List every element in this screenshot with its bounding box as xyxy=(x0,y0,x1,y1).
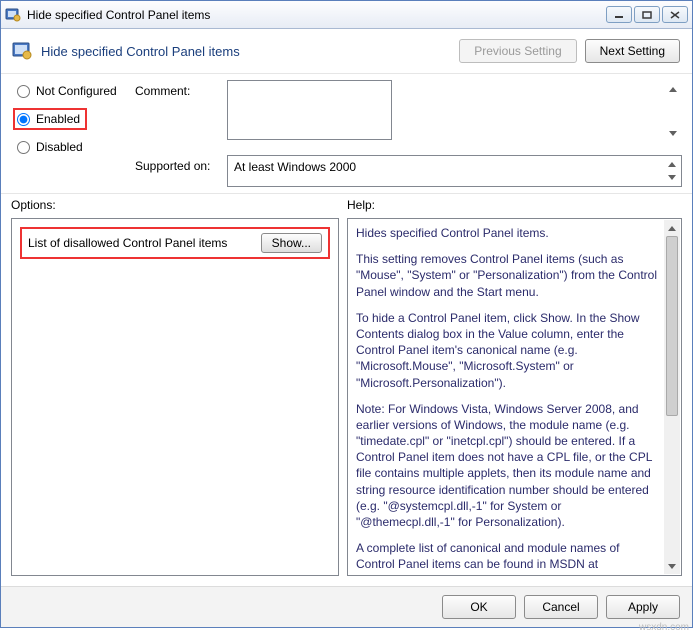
previous-setting-button[interactable]: Previous Setting xyxy=(459,39,576,63)
titlebar: Hide specified Control Panel items xyxy=(1,1,692,29)
help-paragraph: To hide a Control Panel item, click Show… xyxy=(356,310,661,391)
panes-row: Options: List of disallowed Control Pane… xyxy=(1,194,692,586)
scroll-down-icon[interactable] xyxy=(665,126,680,141)
meta-column: Comment: Supported on: At least Windows … xyxy=(135,80,682,187)
options-body: List of disallowed Control Panel items S… xyxy=(11,218,339,576)
radio-not-configured[interactable]: Not Configured xyxy=(17,84,135,98)
scroll-down-icon[interactable] xyxy=(664,170,679,185)
supported-label: Supported on: xyxy=(135,155,219,187)
help-paragraph: Note: For Windows Vista, Windows Server … xyxy=(356,401,661,531)
dialog-window: Hide specified Control Panel items Hide … xyxy=(0,0,693,628)
scroll-up-icon[interactable] xyxy=(665,82,680,97)
watermark: wsxdn.com xyxy=(639,622,689,633)
policy-title: Hide specified Control Panel items xyxy=(41,44,459,59)
show-button[interactable]: Show... xyxy=(261,233,322,253)
policy-icon xyxy=(11,40,33,62)
window-controls xyxy=(606,6,688,23)
radio-disabled-label: Disabled xyxy=(36,140,83,154)
comment-input[interactable] xyxy=(227,80,392,140)
dialog-footer: OK Cancel Apply xyxy=(1,586,692,627)
radio-not-configured-label: Not Configured xyxy=(36,84,117,98)
top-section: Not Configured Enabled Disabled Comment: xyxy=(1,74,692,191)
supported-on-box: At least Windows 2000 xyxy=(227,155,682,187)
disallowed-list-row: List of disallowed Control Panel items S… xyxy=(20,227,330,259)
policy-header: Hide specified Control Panel items Previ… xyxy=(1,29,692,71)
window-title: Hide specified Control Panel items xyxy=(27,8,606,22)
supported-on-value: At least Windows 2000 xyxy=(234,160,356,174)
comment-label: Comment: xyxy=(135,80,219,143)
policy-app-icon xyxy=(5,7,21,23)
scroll-down-icon[interactable] xyxy=(664,558,680,574)
scroll-thumb[interactable] xyxy=(666,236,678,416)
radio-disabled-input[interactable] xyxy=(17,141,30,154)
cancel-button[interactable]: Cancel xyxy=(524,595,598,619)
state-column: Not Configured Enabled Disabled xyxy=(17,80,135,187)
next-setting-button[interactable]: Next Setting xyxy=(585,39,680,63)
help-text: Hides specified Control Panel items. Thi… xyxy=(348,219,681,575)
radio-enabled-label: Enabled xyxy=(36,112,80,126)
minimize-button[interactable] xyxy=(606,6,632,23)
help-scrollbar[interactable] xyxy=(664,220,680,574)
radio-enabled-input[interactable] xyxy=(17,113,30,126)
scroll-track[interactable] xyxy=(664,236,680,558)
disallowed-list-label: List of disallowed Control Panel items xyxy=(28,236,251,250)
close-button[interactable] xyxy=(662,6,688,23)
options-pane: Options: List of disallowed Control Pane… xyxy=(11,198,339,576)
options-label: Options: xyxy=(11,198,339,212)
help-paragraph: A complete list of canonical and module … xyxy=(356,540,661,572)
help-body: Hides specified Control Panel items. Thi… xyxy=(347,218,682,576)
radio-disabled[interactable]: Disabled xyxy=(17,140,135,154)
help-label: Help: xyxy=(347,198,682,212)
help-pane: Help: Hides specified Control Panel item… xyxy=(347,198,682,576)
scroll-up-icon[interactable] xyxy=(664,220,680,236)
help-paragraph: This setting removes Control Panel items… xyxy=(356,251,661,300)
ok-button[interactable]: OK xyxy=(442,595,516,619)
apply-button[interactable]: Apply xyxy=(606,595,680,619)
maximize-button[interactable] xyxy=(634,6,660,23)
radio-not-configured-input[interactable] xyxy=(17,85,30,98)
help-paragraph: Hides specified Control Panel items. xyxy=(356,225,661,241)
radio-enabled[interactable]: Enabled xyxy=(13,108,87,130)
